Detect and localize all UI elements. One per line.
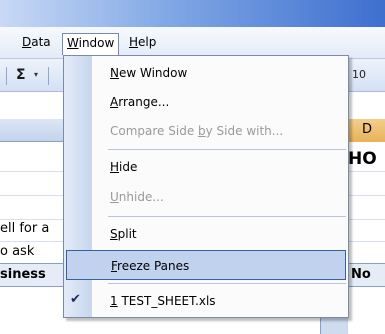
cell-text-line-1: ell for a: [0, 221, 50, 236]
menu-item-new-window[interactable]: New Window: [92, 58, 348, 88]
menu-data[interactable]: Data: [18, 33, 55, 54]
menu-help[interactable]: Help: [125, 33, 160, 54]
menu-window-label: indow: [78, 36, 115, 50]
menu-item-split[interactable]: Split: [92, 219, 348, 249]
menu-separator: [108, 149, 346, 150]
menu-help-mnemonic: H: [129, 35, 139, 49]
table-header-no: No: [351, 267, 371, 282]
menu-item-compare-side-by-side: Compare Side by Side with...: [110, 124, 284, 138]
autosum-dropdown-arrow-icon[interactable]: ▾: [34, 70, 38, 79]
zoom-box[interactable]: 10: [352, 68, 366, 81]
menu-help-label: elp: [138, 35, 157, 49]
menu-item-freeze-panes[interactable]: Freeze Panes: [66, 250, 346, 280]
sheet-title-fragment: HO: [348, 149, 377, 169]
menu-window-mnemonic: W: [67, 36, 79, 50]
column-header-d[interactable]: D: [347, 119, 385, 142]
toolbar-separator: [6, 67, 7, 85]
table-header-business: siness: [0, 267, 46, 282]
menu-separator: [108, 216, 346, 217]
autosum-icon[interactable]: Σ: [16, 67, 26, 83]
menu-data-label: ata: [31, 35, 51, 49]
menu-separator: [108, 283, 346, 284]
toolbar-separator: [48, 67, 49, 85]
column-header-d-label: D: [362, 122, 373, 137]
menu-data-mnemonic: D: [22, 35, 32, 49]
menu-item-arrange[interactable]: Arrange...: [92, 87, 348, 117]
window-menu-dropdown: New Window Arrange... Compare Side by Si…: [63, 55, 349, 318]
window-titlebar: [0, 0, 385, 27]
menu-item-open-workbook-1[interactable]: 1 TEST_SHEET.xls: [92, 286, 348, 316]
menu-item-hide[interactable]: Hide: [92, 152, 348, 182]
menu-window[interactable]: Window: [62, 33, 120, 55]
menu-item-unhide: Unhide...: [110, 190, 164, 204]
cell-text-line-2: o ask: [0, 244, 35, 259]
checkmark-icon: ✔: [70, 292, 81, 307]
